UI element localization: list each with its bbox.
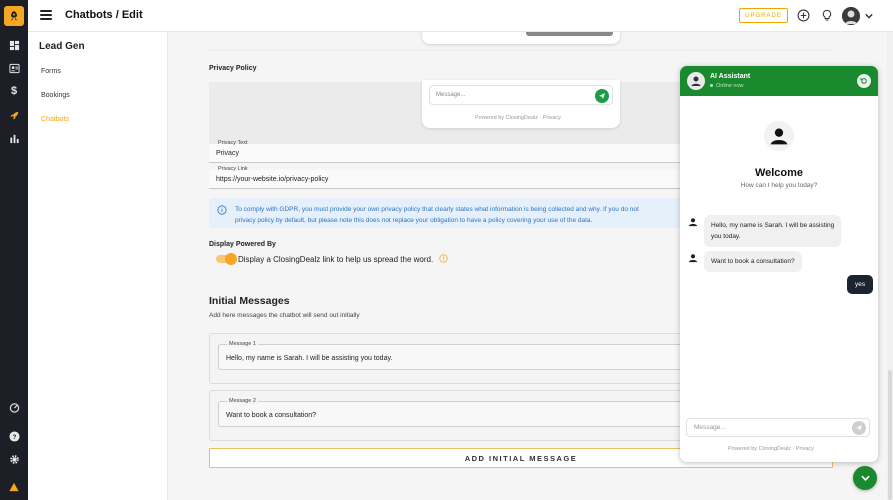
- user-avatar[interactable]: [842, 7, 860, 25]
- preview-powered-text: Powered by ClosingDealz · Privacy: [475, 115, 561, 121]
- warning-icon[interactable]: [7, 480, 21, 494]
- bot-message-1-line-1: Hello, my name is Sarah. I will be assis…: [711, 222, 835, 229]
- widget-preview-card: [422, 32, 620, 44]
- message-2-box: Message 2 Want to book a consultation?: [209, 390, 690, 441]
- rocket-logo-icon[interactable]: [4, 6, 24, 26]
- chevron-down-icon[interactable]: [865, 12, 873, 21]
- side-menu-item-bookings[interactable]: Bookings: [41, 92, 70, 99]
- settings-icon[interactable]: [7, 452, 21, 466]
- rocket-icon[interactable]: [7, 108, 21, 122]
- page-title: Chatbots / Edit: [65, 9, 143, 21]
- chat-send-icon[interactable]: [852, 421, 866, 435]
- message-1-box: Message 1 Hello, my name is Sarah. I wil…: [209, 333, 690, 384]
- initial-messages-subtitle: Add here messages the chatbot will send …: [209, 312, 360, 319]
- welcome-subtitle: How can I help you today?: [740, 182, 818, 189]
- bot-message-1-line-2: you today.: [711, 233, 741, 240]
- privacy-text-label: Privacy Text: [218, 140, 248, 146]
- privacy-link-value[interactable]: https://your-website.io/privacy-policy: [216, 176, 328, 183]
- reset-chat-icon[interactable]: [857, 74, 871, 88]
- chevron-down-icon: [860, 475, 870, 481]
- chat-header: AI Assistant Online now: [680, 66, 878, 96]
- info-icon: [217, 205, 227, 215]
- bar-chart-icon[interactable]: [7, 131, 21, 145]
- icon-rail: $ ?: [0, 0, 28, 500]
- bot-person-icon: [688, 253, 698, 263]
- privacy-policy-heading: Privacy Policy: [209, 65, 257, 72]
- bot-message-1: Hello, my name is Sarah. I will be assis…: [704, 215, 842, 247]
- chat-input-placeholder: Message...: [694, 424, 726, 431]
- preview-message-placeholder: Message...: [436, 92, 466, 98]
- chat-widget: AI Assistant Online now Welcome How can …: [680, 66, 878, 462]
- message-2-field[interactable]: Message 2 Want to book a consultation?: [218, 398, 690, 427]
- assistant-status: Online now: [710, 83, 744, 89]
- assistant-avatar-icon: [687, 72, 705, 90]
- privacy-link-label: Privacy Link: [218, 166, 248, 172]
- warning-outline-icon: [439, 254, 448, 263]
- powered-by-toggle[interactable]: [216, 253, 237, 265]
- display-powered-by-heading: Display Powered By: [209, 241, 276, 248]
- bot-message-2: Want to book a consultation?: [704, 251, 802, 272]
- contacts-icon[interactable]: [7, 61, 21, 75]
- privacy-text-field[interactable]: Privacy Text Privacy: [209, 140, 689, 163]
- add-circle-icon[interactable]: [797, 9, 810, 22]
- speedometer-icon[interactable]: [7, 400, 21, 414]
- gdpr-info-alert: To comply with GDPR, you must provide yo…: [209, 198, 689, 228]
- assistant-status-text: Online now: [716, 83, 744, 89]
- preview-message-input: Message...: [429, 85, 613, 105]
- message-2-label: Message 2: [227, 398, 258, 404]
- help-icon[interactable]: ?: [7, 429, 21, 443]
- gdpr-info-line-1: To comply with GDPR, you must provide yo…: [235, 206, 639, 213]
- initial-messages-title: Initial Messages: [209, 295, 290, 307]
- message-1-value[interactable]: Hello, my name is Sarah. I will be assis…: [226, 355, 392, 362]
- chat-powered-text: Powered by ClosingDealz · Privacy: [728, 446, 814, 452]
- privacy-preview-area: Message... Powered by ClosingDealz · Pri…: [209, 80, 689, 150]
- welcome-title: Welcome: [754, 167, 804, 179]
- welcome-person-icon: [764, 121, 794, 151]
- privacy-preview-card: Message... Powered by ClosingDealz · Pri…: [422, 80, 620, 128]
- message-1-field[interactable]: Message 1 Hello, my name is Sarah. I wil…: [218, 341, 690, 370]
- lightbulb-icon[interactable]: [820, 9, 833, 22]
- hamburger-menu-icon[interactable]: [40, 10, 52, 20]
- side-menu: Lead Gen Forms Bookings Chatbots: [28, 32, 168, 500]
- message-2-value[interactable]: Want to book a consultation?: [226, 412, 316, 419]
- bot-person-icon: [688, 217, 698, 227]
- message-1-label: Message 1: [227, 341, 258, 347]
- side-menu-item-chatbots[interactable]: Chatbots: [41, 116, 69, 123]
- chat-message-input[interactable]: Message...: [686, 418, 870, 437]
- gdpr-info-text: To comply with GDPR, you must provide yo…: [235, 204, 685, 226]
- side-menu-item-forms[interactable]: Forms: [41, 68, 61, 75]
- user-message: yes: [847, 275, 874, 294]
- page-scrollbar[interactable]: [887, 32, 893, 500]
- privacy-text-value[interactable]: Privacy: [216, 150, 239, 157]
- dashboard-icon[interactable]: [7, 38, 21, 52]
- bot-message-2-line-1: Want to book a consultation?: [711, 258, 795, 265]
- svg-text:?: ?: [12, 433, 16, 440]
- dollar-icon[interactable]: $: [7, 84, 21, 98]
- gdpr-info-line-2: privacy policy by default, but please no…: [235, 217, 593, 224]
- privacy-link-field[interactable]: Privacy Link https://your-website.io/pri…: [209, 166, 689, 189]
- upgrade-button[interactable]: UPGRADE: [739, 8, 788, 23]
- chat-toggle-button[interactable]: [853, 466, 877, 490]
- top-bar: Chatbots / Edit UPGRADE: [28, 0, 893, 32]
- divider: [209, 50, 831, 51]
- powered-by-toggle-label: Display a ClosingDealz link to help us s…: [238, 255, 434, 264]
- send-icon: [595, 89, 609, 103]
- side-menu-heading: Lead Gen: [39, 41, 85, 52]
- assistant-name: AI Assistant: [710, 73, 751, 80]
